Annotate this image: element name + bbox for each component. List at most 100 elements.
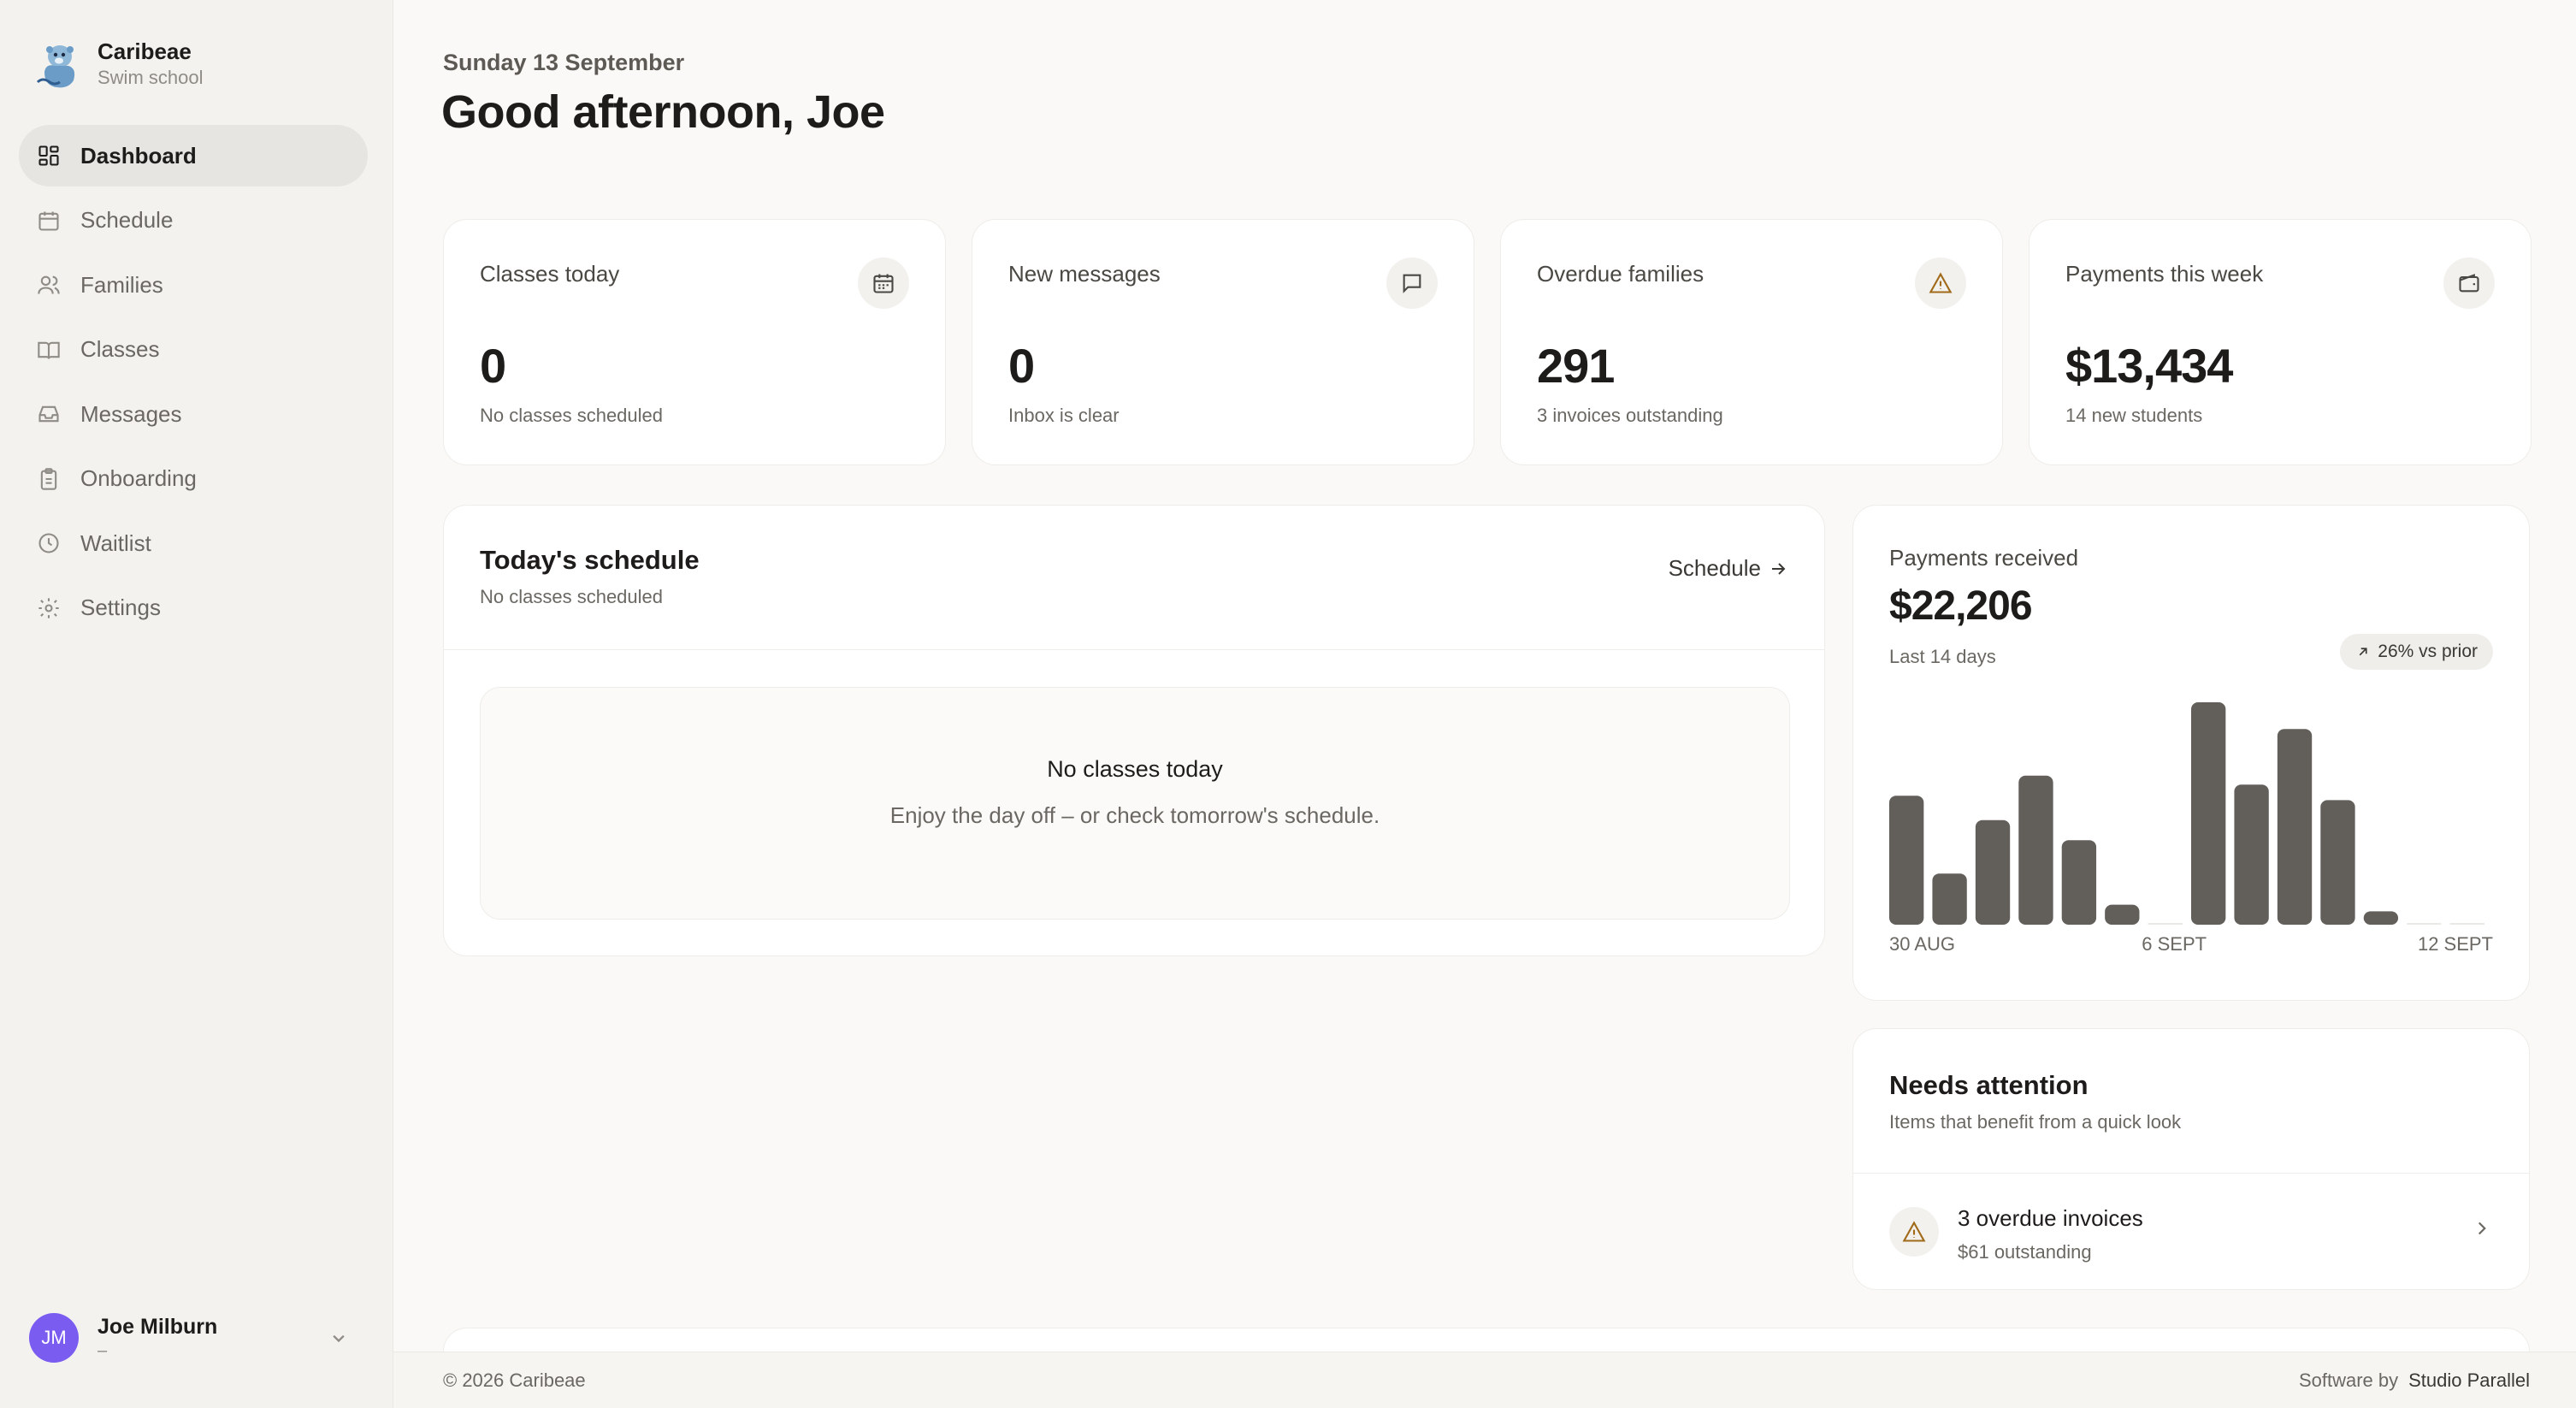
calendar-icon (858, 257, 909, 309)
chart-tick-label: 12 SEPT (2418, 933, 2493, 955)
stat-subtitle: Inbox is clear (1008, 405, 1120, 426)
chart-bar (2061, 840, 2097, 925)
needs-attention-card: Needs attention Items that benefit from … (1852, 1028, 2530, 1290)
chart-bar (2018, 775, 2053, 925)
book-icon (36, 337, 62, 363)
stat-card-payments-this-week[interactable]: Payments this week $13,434 14 new studen… (2029, 219, 2532, 465)
attention-item-detail: $61 outstanding (1958, 1241, 2092, 1263)
chart-bar-empty (2148, 923, 2183, 925)
chart-bar (2105, 904, 2140, 925)
chart-bar-empty (2407, 923, 2442, 925)
schedule-link[interactable]: Schedule (1669, 555, 1788, 582)
sidebar-item-label: Messages (80, 400, 182, 427)
user-name: Joe Milburn (97, 1314, 218, 1339)
chart-bar (2363, 911, 2399, 925)
attention-item-overdue-invoices[interactable]: 3 overdue invoices $61 outstanding (1889, 1200, 2493, 1272)
clock-icon (36, 530, 62, 556)
footer-credit: Software by Studio Parallel (2299, 1370, 2530, 1392)
chart-bar (2320, 800, 2355, 925)
chart-bar (2234, 784, 2269, 925)
card-title: Needs attention (1889, 1070, 2089, 1100)
chart-tick-label: 30 AUG (1889, 933, 1955, 955)
user-subtitle: – (97, 1340, 108, 1360)
warning-icon (1889, 1207, 1939, 1257)
divider (444, 649, 1824, 650)
sidebar-item-settings[interactable]: Settings (19, 577, 368, 639)
warning-icon (1915, 257, 1966, 309)
stat-card-new-messages[interactable]: New messages 0 Inbox is clear (972, 219, 1474, 465)
inbox-icon (36, 401, 62, 427)
message-icon (1386, 257, 1438, 309)
gear-icon (36, 595, 62, 621)
user-menu[interactable]: JM Joe Milburn – (29, 1312, 366, 1364)
stat-value: $13,434 (2065, 339, 2233, 393)
stat-subtitle: 3 invoices outstanding (1537, 405, 1723, 426)
brand-logo-icon (36, 45, 75, 88)
sidebar-item-messages[interactable]: Messages (19, 383, 368, 445)
stat-value: 291 (1537, 339, 1615, 393)
todays-schedule-card: Today's schedule No classes scheduled Sc… (443, 505, 1825, 956)
sidebar-item-label: Dashboard (80, 142, 197, 169)
footer: © 2026 Caribeae Software by Studio Parall… (393, 1352, 2576, 1408)
sidebar-item-label: Families (80, 271, 163, 298)
users-icon (36, 272, 62, 298)
schedule-link-label: Schedule (1668, 555, 1761, 581)
sidebar-item-label: Waitlist (80, 529, 151, 556)
sidebar-item-waitlist[interactable]: Waitlist (19, 512, 368, 574)
current-date: Sunday 13 September (443, 50, 685, 75)
sidebar-item-label: Settings (80, 595, 161, 620)
payments-bar-chart: 30 AUG 6 SEPT 12 SEPT (1889, 702, 2493, 955)
empty-state-subtitle: Enjoy the day off – or check tomorrow's … (889, 802, 1380, 828)
empty-state: No classes today Enjoy the day off – or … (480, 687, 1790, 920)
card-subtitle: Items that benefit from a quick look (1889, 1111, 2182, 1133)
sidebar-item-label: Classes (80, 336, 160, 362)
arrow-up-right-icon (2359, 648, 2367, 656)
dashboard-icon (36, 143, 62, 169)
brand[interactable]: Caribeae Swim school (34, 38, 203, 91)
main-content: Sunday 13 September Good afternoon, Joe … (393, 0, 2576, 1408)
stat-card-overdue-families[interactable]: Overdue families 291 3 invoices outstand… (1500, 219, 2003, 465)
stat-value: 0 (480, 339, 506, 393)
change-badge-label: 26% vs prior (2378, 642, 2478, 661)
empty-state-title: No classes today (1047, 756, 1223, 782)
stat-title: Payments this week (2065, 261, 2264, 287)
stat-title: Overdue families (1537, 261, 1705, 287)
calendar-icon (36, 208, 62, 234)
stat-value: 0 (1008, 339, 1035, 393)
sidebar-item-label: Onboarding (80, 465, 197, 491)
stat-title: New messages (1008, 261, 1161, 287)
sidebar-item-schedule[interactable]: Schedule (19, 190, 368, 251)
attention-item-label: 3 overdue invoices (1958, 1205, 2143, 1231)
payments-received-card: Payments received $22,206 Last 14 days 2… (1852, 505, 2530, 1001)
chart-bar-empty (2449, 923, 2484, 925)
chart-bar (1889, 796, 1924, 925)
footer-credit-studio[interactable]: Studio Parallel (2408, 1370, 2530, 1391)
sidebar: Caribeae Swim school Dashboard Schedule … (0, 0, 393, 1408)
change-badge: 26% vs prior (2340, 634, 2493, 670)
chevron-down-icon[interactable] (327, 1326, 351, 1350)
chart-bar (2277, 729, 2313, 925)
chart-bar (1975, 819, 2011, 925)
footer-copyright: © 2026 Caribeae (443, 1370, 586, 1391)
sidebar-item-dashboard[interactable]: Dashboard (19, 125, 368, 186)
divider (1853, 1173, 2529, 1174)
stat-subtitle: No classes scheduled (480, 405, 664, 426)
sidebar-nav: Dashboard Schedule Families Classes Mess… (19, 125, 368, 642)
arrow-right-icon (1772, 562, 1786, 575)
card-title: Payments received (1889, 545, 2079, 571)
stat-card-classes-today[interactable]: Classes today 0 No classes scheduled (443, 219, 946, 465)
stat-title: Classes today (480, 261, 620, 287)
chart-tick-label: 6 SEPT (2142, 933, 2207, 955)
chart-bar (1932, 873, 1967, 925)
clipboard-icon (36, 466, 62, 492)
sidebar-item-onboarding[interactable]: Onboarding (19, 448, 368, 510)
sidebar-item-classes[interactable]: Classes (19, 319, 368, 381)
chevron-right-icon (2478, 1222, 2486, 1235)
chart-bar (2191, 702, 2226, 925)
sidebar-item-label: Schedule (80, 207, 174, 233)
payments-period: Last 14 days (1889, 646, 1996, 667)
wallet-icon (2443, 257, 2495, 309)
sidebar-item-families[interactable]: Families (19, 254, 368, 316)
page-title: Good afternoon, Joe (441, 86, 885, 138)
brand-subtitle: Swim school (97, 67, 204, 88)
